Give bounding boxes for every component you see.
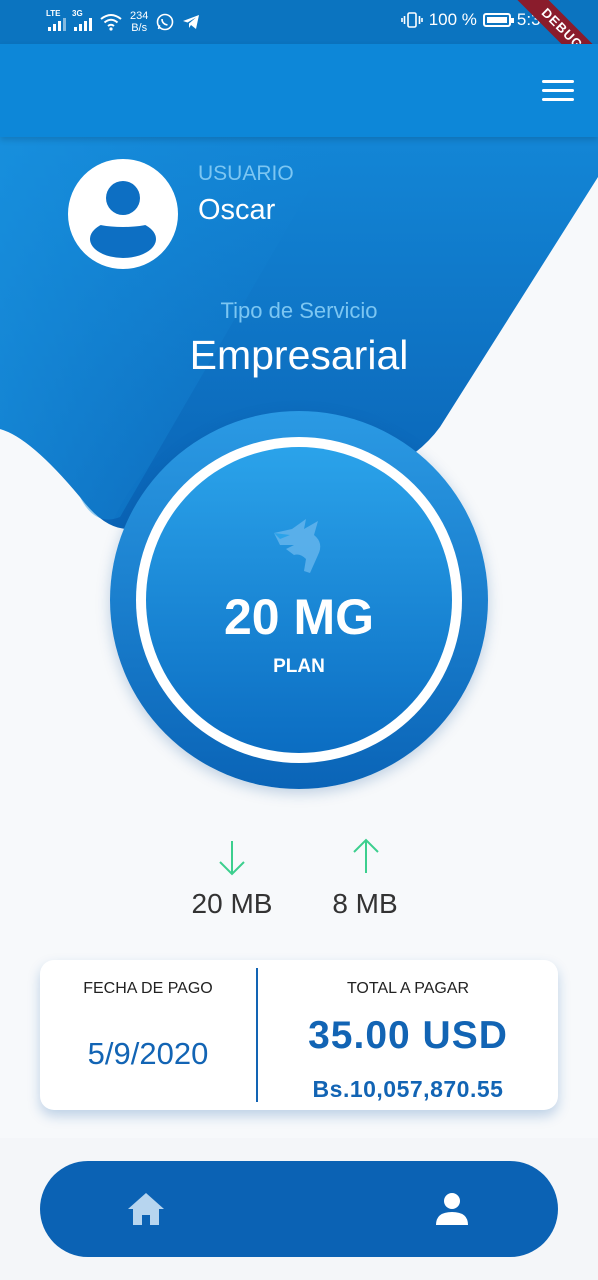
wifi-icon	[100, 14, 122, 31]
lte-label: LTE	[46, 9, 61, 18]
total-usd: 35.00 USD	[308, 1014, 508, 1057]
network-speed-value: 234	[130, 10, 149, 22]
lte-signal-icon: LTE	[46, 9, 66, 31]
arrow-down-icon	[219, 841, 245, 876]
3g-label: 3G	[72, 9, 83, 18]
payment-card: FECHA DE PAGO 5/9/2020 TOTAL A PAGAR 35.…	[40, 960, 558, 1110]
status-bar: LTE 3G 234 B/s 100 % 5:34 DEBUG	[0, 0, 598, 87]
home-icon[interactable]	[126, 1189, 166, 1229]
battery-icon	[482, 13, 514, 27]
total-label: TOTAL A PAGAR	[346, 980, 470, 997]
payment-date: 5/9/2020	[87, 1036, 209, 1071]
network-speed: 234 B/s	[130, 10, 148, 34]
person-icon[interactable]	[434, 1191, 470, 1227]
status-left-group: LTE 3G 234 B/s	[46, 9, 200, 34]
service-type-value: Empresarial	[189, 332, 409, 378]
payment-date-label: FECHA DE PAGO	[83, 980, 213, 997]
arrow-up-icon	[353, 838, 379, 873]
network-speed-unit: B/s	[131, 22, 148, 34]
plan-caption: PLAN	[273, 656, 325, 677]
download-speed: 20 MB	[191, 888, 273, 919]
whatsapp-icon	[157, 13, 174, 31]
plan-speed: 20 MG	[223, 589, 375, 645]
hamburger-menu-icon[interactable]	[542, 80, 574, 104]
telegram-icon	[183, 15, 200, 29]
service-type-label: Tipo de Servicio	[220, 298, 378, 323]
person-avatar-icon[interactable]	[68, 159, 178, 269]
status-right-group: 100 % 5:34	[400, 10, 550, 30]
user-label: USUARIO	[198, 162, 294, 185]
user-name: Oscar	[198, 194, 276, 226]
upload-speed: 8 MB	[332, 888, 398, 919]
app-bar	[0, 44, 598, 137]
battery-percent: 100 %	[428, 10, 477, 29]
bottom-nav	[40, 1161, 558, 1257]
3g-signal-icon: 3G	[72, 9, 92, 31]
vibrate-icon	[400, 12, 423, 28]
total-bs: Bs.10,057,870.55	[312, 1076, 504, 1102]
wolf-logo-icon	[274, 519, 321, 573]
